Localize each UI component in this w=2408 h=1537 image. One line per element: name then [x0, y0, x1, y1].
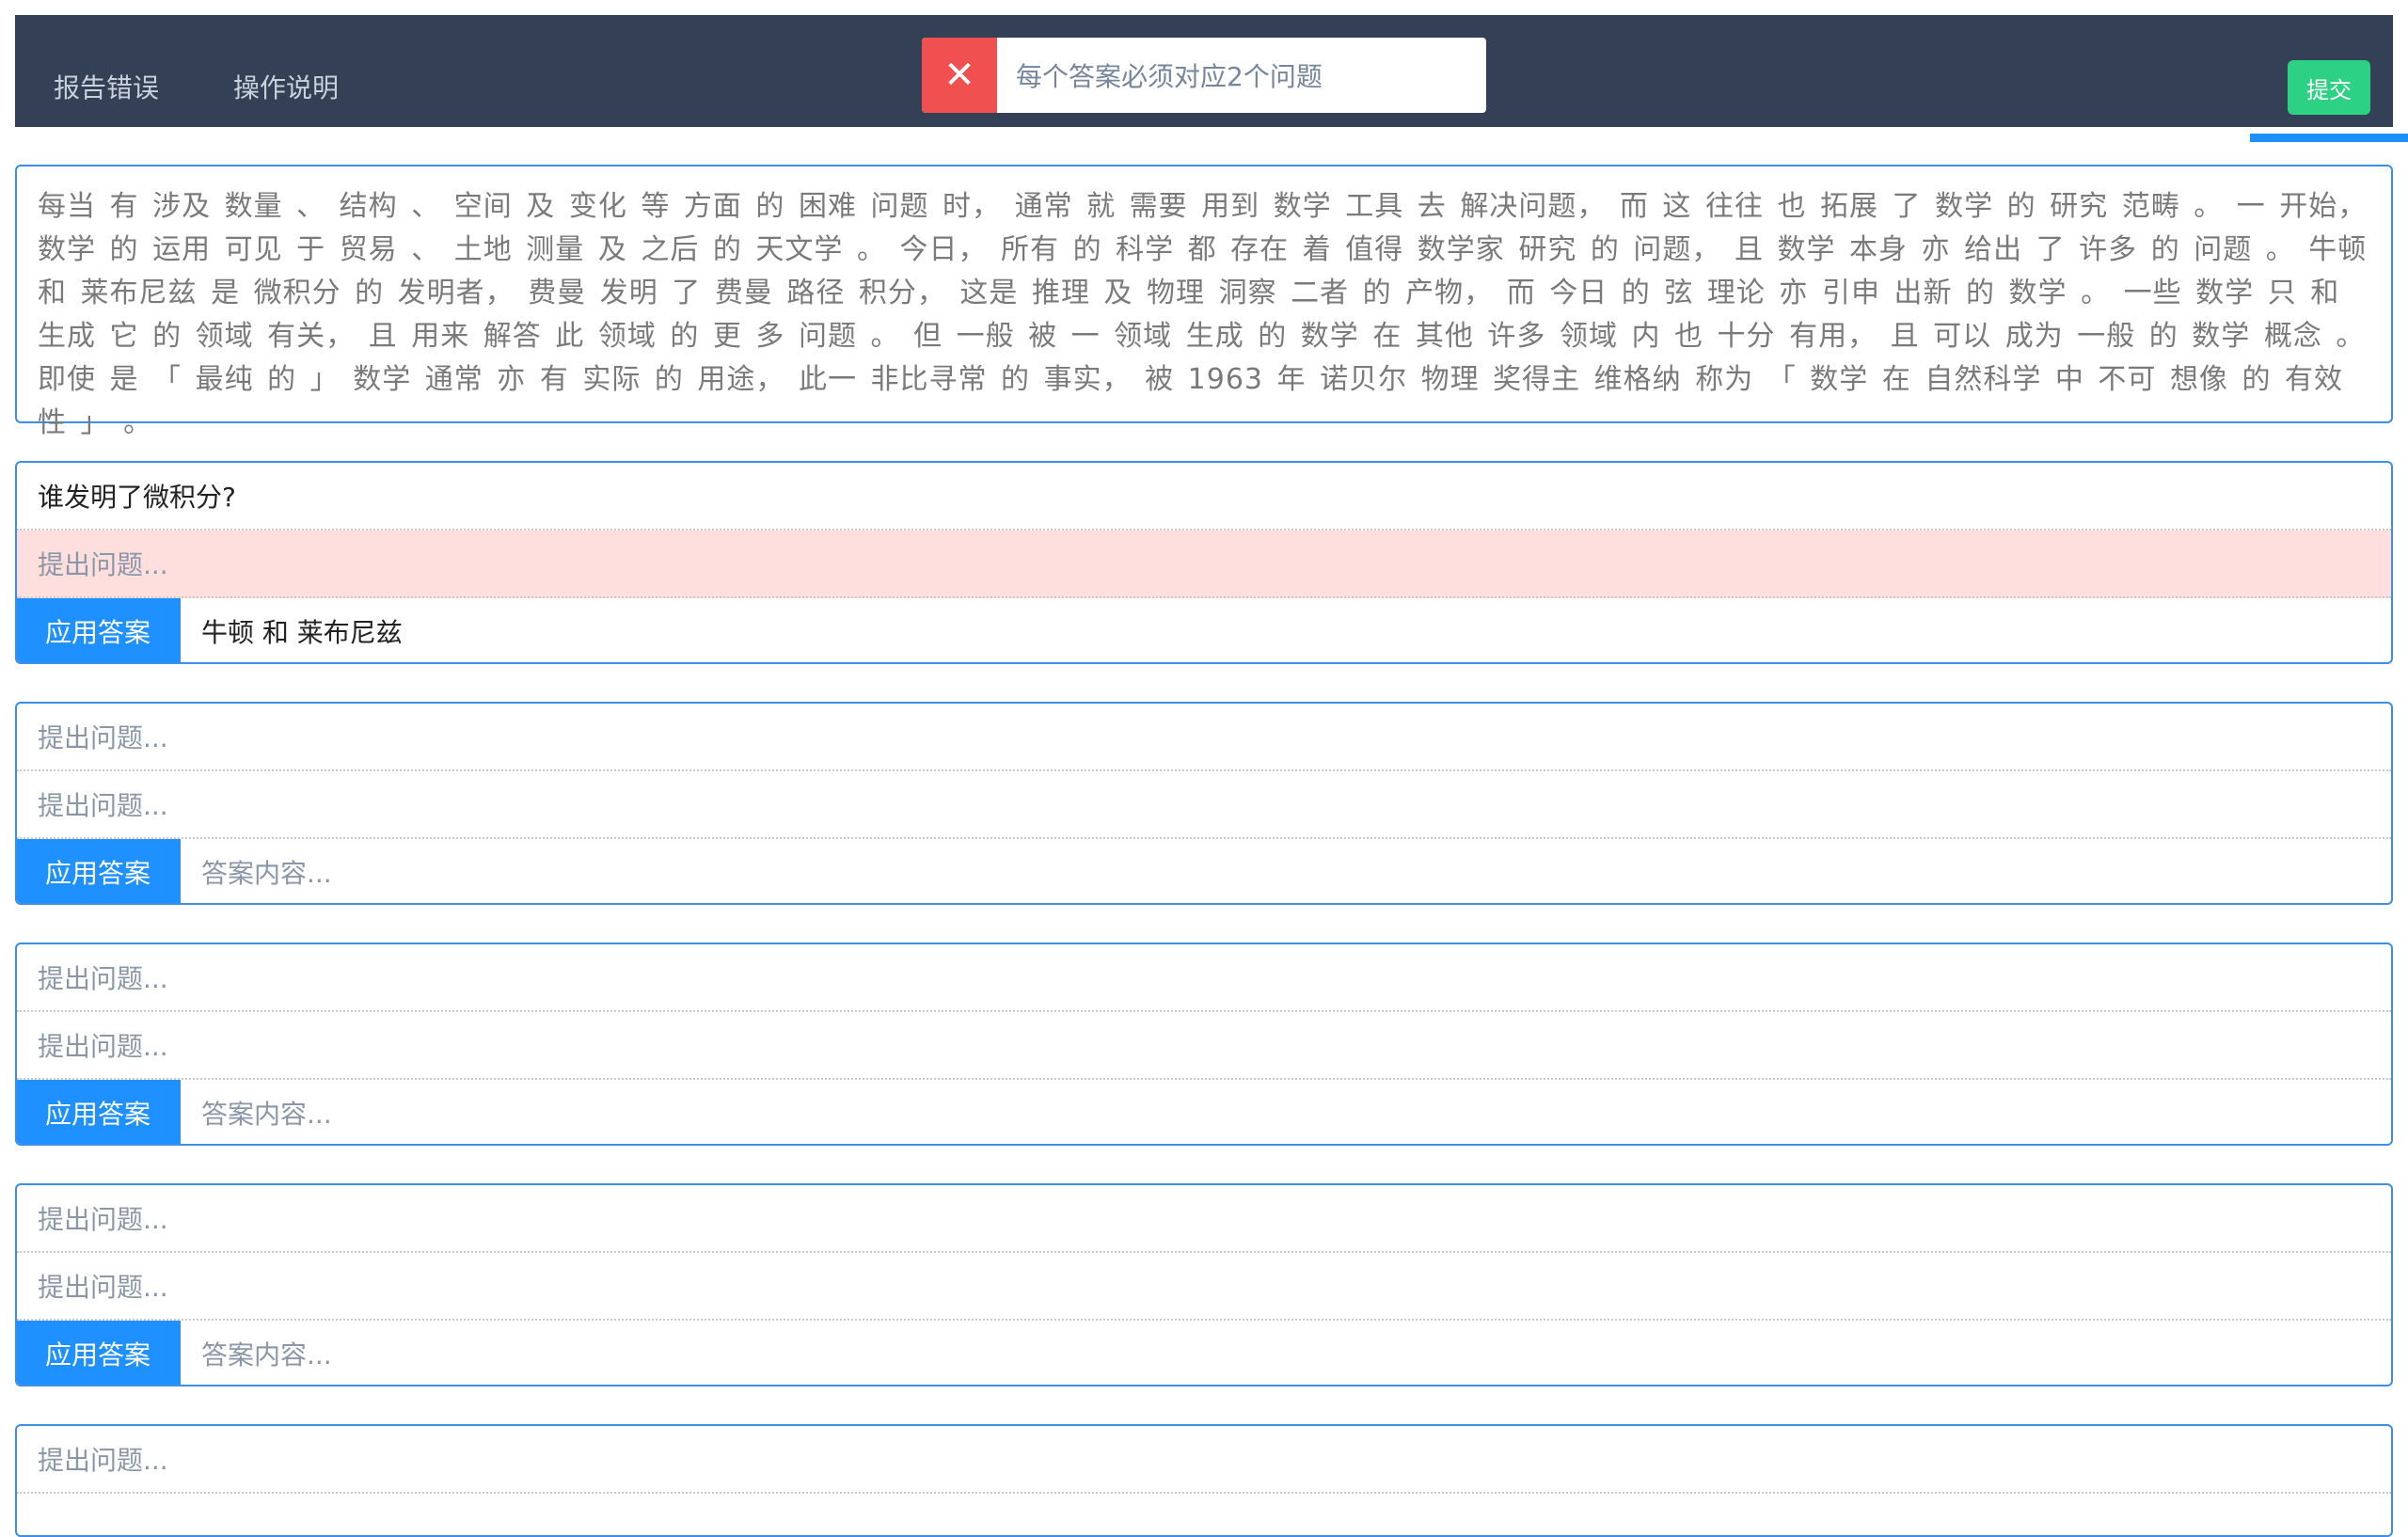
question-input[interactable]: 谁发明了微积分?: [17, 463, 2391, 531]
answer-input[interactable]: 牛顿 和 莱布尼兹: [181, 598, 2391, 662]
error-toast: ✕ 每个答案必须对应2个问题: [922, 38, 1486, 113]
passage-text: 每当 有 涉及 数量 、 结构 、 空间 及 变化 等 方面 的 困难 问题 时…: [15, 165, 2393, 439]
question-input[interactable]: 提出问题...: [17, 1426, 2391, 1494]
apply-answer-button[interactable]: 应用答案: [17, 1321, 181, 1385]
qa-group: 提出问题... 提出问题... 应用答案 答案内容...: [15, 1183, 2393, 1386]
apply-answer-button[interactable]: 应用答案: [17, 839, 181, 903]
qa-group: 提出问题...: [15, 1424, 2393, 1537]
qa-group: 提出问题... 提出问题... 应用答案 答案内容...: [15, 943, 2393, 1146]
question-input[interactable]: 提出问题...: [17, 1253, 2391, 1321]
question-input[interactable]: 提出问题...: [17, 1012, 2391, 1080]
answer-input[interactable]: 答案内容...: [181, 1080, 2391, 1144]
qa-group: 提出问题... 提出问题... 应用答案 答案内容...: [15, 702, 2393, 905]
question-input[interactable]: 提出问题...: [17, 704, 2391, 771]
answer-input[interactable]: 答案内容...: [181, 1321, 2391, 1385]
instructions-link[interactable]: 操作说明: [233, 68, 339, 105]
report-error-link[interactable]: 报告错误: [54, 68, 159, 105]
apply-answer-button[interactable]: 应用答案: [17, 598, 181, 662]
submit-button[interactable]: 提交: [2288, 60, 2370, 115]
question-input[interactable]: 提出问题...: [17, 771, 2391, 839]
answer-input[interactable]: 答案内容...: [181, 839, 2391, 903]
active-tab-indicator: [2250, 134, 2408, 142]
qa-group: 谁发明了微积分? 提出问题... 应用答案 牛顿 和 莱布尼兹: [15, 461, 2393, 664]
toast-message: 每个答案必须对应2个问题: [1016, 61, 1323, 92]
question-input[interactable]: 提出问题...: [17, 1185, 2391, 1253]
close-icon[interactable]: ✕: [922, 38, 997, 113]
question-input[interactable]: 提出问题...: [17, 531, 2391, 598]
apply-answer-button[interactable]: 应用答案: [17, 1080, 181, 1144]
question-input[interactable]: 提出问题...: [17, 944, 2391, 1012]
